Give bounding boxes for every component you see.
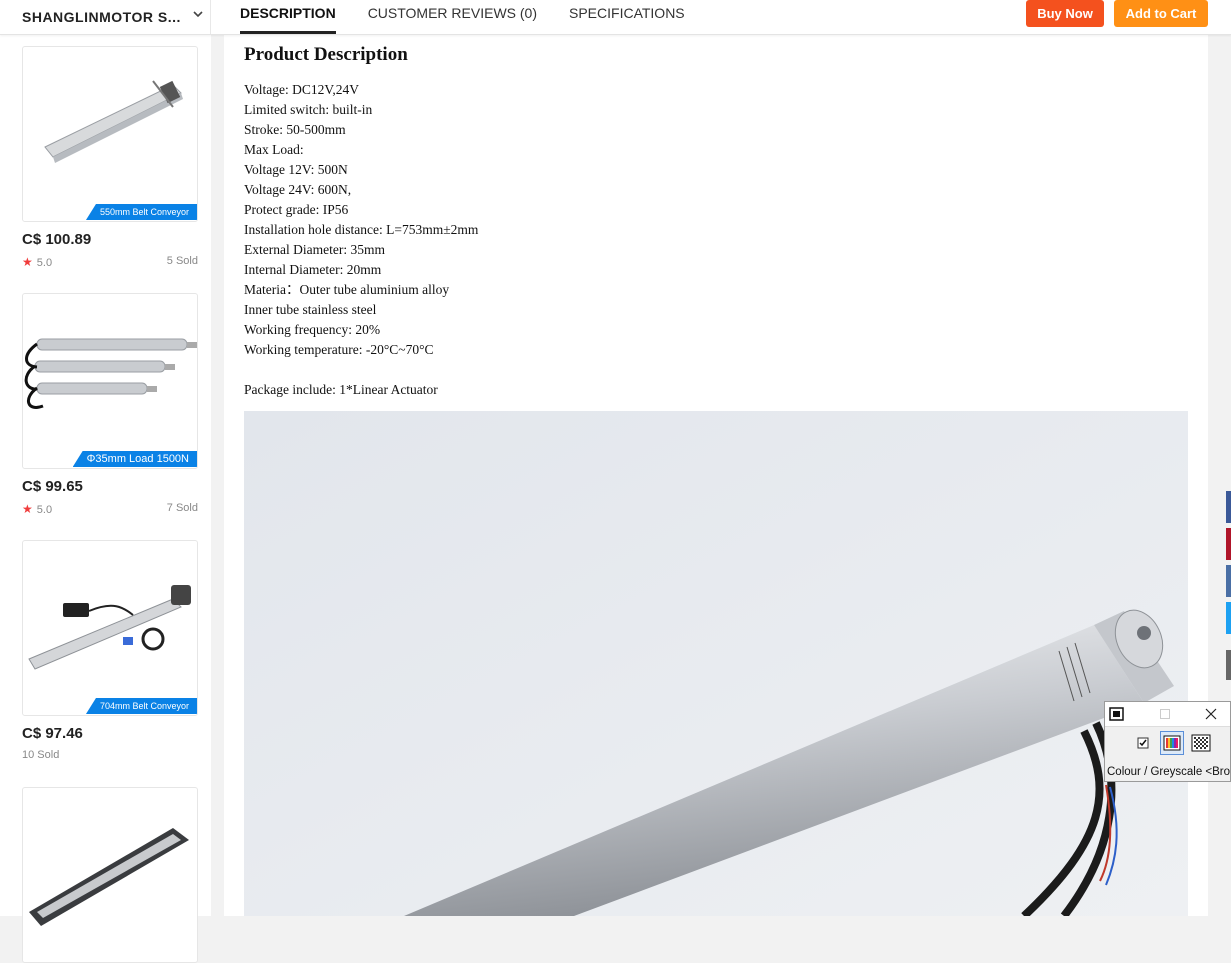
star-icon: ★ — [22, 502, 33, 516]
product-sold: 7 Sold — [166, 502, 198, 514]
spec-line: Max Load: — [244, 142, 304, 157]
spec-line: Working temperature: -20°C~70°C — [244, 342, 434, 357]
chevron-down-icon — [193, 11, 203, 18]
spec-line: External Diameter: 35mm — [244, 242, 385, 257]
buy-now-button[interactable]: Buy Now — [1026, 0, 1104, 27]
tool-status-text: Colour / Greyscale <Bro — [1107, 766, 1231, 778]
colour-tool-window: Colour / Greyscale <Bro — [1104, 701, 1231, 782]
product-card[interactable]: 704mm Belt Conveyor C$ 97.46 10 Sold — [22, 540, 198, 761]
colour-mode-button[interactable] — [1160, 731, 1184, 755]
twitter-share-icon[interactable] — [1226, 602, 1231, 634]
page-title: Product Description — [244, 44, 408, 65]
greyscale-mode-button[interactable] — [1189, 731, 1213, 755]
product-tag: 550mm Belt Conveyor — [85, 204, 197, 220]
pinterest-share-icon[interactable] — [1226, 528, 1231, 560]
product-sold: 5 Sold — [166, 255, 198, 267]
close-icon[interactable] — [1205, 708, 1217, 720]
checkerboard-icon — [1191, 734, 1211, 752]
star-icon: ★ — [22, 255, 33, 269]
spec-line: Voltage: DC12V,24V — [244, 82, 360, 97]
spec-line: Voltage 24V: 600N, — [244, 182, 352, 197]
top-bar: SHANGLINMOTOR S... DESCRIPTION CUSTOMER … — [0, 0, 1231, 35]
tab-specifications[interactable]: SPECIFICATIONS — [569, 0, 685, 34]
checkmark-icon — [1137, 737, 1149, 749]
product-price: C$ 97.46 — [22, 725, 83, 742]
description-text: Voltage: DC12V,24V Limited switch: built… — [244, 80, 478, 400]
product-card[interactable]: Φ35mm Load 1500N C$ 99.65 ★ 5.0 7 Sold — [22, 293, 198, 516]
spec-line: Inner tube stainless steel — [244, 302, 377, 317]
add-to-cart-button[interactable]: Add to Cart — [1114, 0, 1208, 27]
tool-body — [1105, 727, 1231, 763]
product-card[interactable] — [22, 787, 198, 963]
product-tag: Φ35mm Load 1500N — [72, 451, 197, 467]
related-products-sidebar: 550mm Belt Conveyor C$ 100.89 ★ 5.0 5 Sol… — [0, 35, 211, 963]
product-rating: ★ 5.0 — [22, 502, 53, 516]
product-sold: 10 Sold — [22, 749, 60, 761]
product-price: C$ 100.89 — [22, 231, 92, 248]
product-photo — [244, 411, 1188, 916]
tab-description[interactable]: DESCRIPTION — [240, 0, 336, 34]
actuator-image — [24, 338, 197, 409]
spec-line: Installation hole distance: L=753mm±2mm — [244, 222, 479, 237]
product-card[interactable]: 550mm Belt Conveyor C$ 100.89 ★ 5.0 5 Sol… — [22, 46, 198, 269]
share-icon[interactable] — [1226, 650, 1231, 680]
spec-line: Voltage 12V: 500N — [244, 162, 348, 177]
store-selector[interactable]: SHANGLINMOTOR S... — [0, 0, 211, 34]
tab-customer-reviews[interactable]: CUSTOMER REVIEWS (0) — [368, 0, 537, 34]
product-description-panel: Product Description Voltage: DC12V,24V L… — [224, 35, 1208, 916]
product-tag: 704mm Belt Conveyor — [85, 698, 197, 714]
product-image[interactable]: 550mm Belt Conveyor — [22, 46, 198, 222]
maximize-icon[interactable] — [1160, 709, 1170, 719]
spec-line: Stroke: 50-500mm — [244, 122, 346, 137]
colour-bars-icon — [1163, 735, 1181, 751]
spec-line: Limited switch: built-in — [244, 102, 373, 117]
spec-line: Internal Diameter: 20mm — [244, 262, 382, 277]
product-rating: ★ 5.0 — [22, 255, 53, 269]
spec-line: Protect grade: IP56 — [244, 202, 349, 217]
app-icon — [1109, 707, 1124, 721]
spec-line: Materia：Outer tube aluminium alloy — [244, 282, 450, 297]
product-image[interactable]: Φ35mm Load 1500N — [22, 293, 198, 469]
spec-line: Working frequency: 20% — [244, 322, 381, 337]
tab-bar: DESCRIPTION CUSTOMER REVIEWS (0) SPECIFI… — [240, 0, 717, 34]
rail-image — [29, 828, 189, 926]
facebook-share-icon[interactable] — [1226, 491, 1231, 523]
checkbox-toggle[interactable] — [1131, 731, 1155, 755]
vk-share-icon[interactable] — [1226, 565, 1231, 597]
conveyor-image — [44, 80, 183, 163]
product-price: C$ 99.65 — [22, 478, 83, 495]
product-image[interactable]: 704mm Belt Conveyor — [22, 540, 198, 716]
conveyor-kit-image — [28, 585, 191, 670]
product-image[interactable] — [22, 787, 198, 963]
store-name: SHANGLINMOTOR S... — [22, 9, 181, 25]
package-line: Package include: 1*Linear Actuator — [244, 382, 438, 397]
tool-titlebar — [1105, 702, 1230, 727]
